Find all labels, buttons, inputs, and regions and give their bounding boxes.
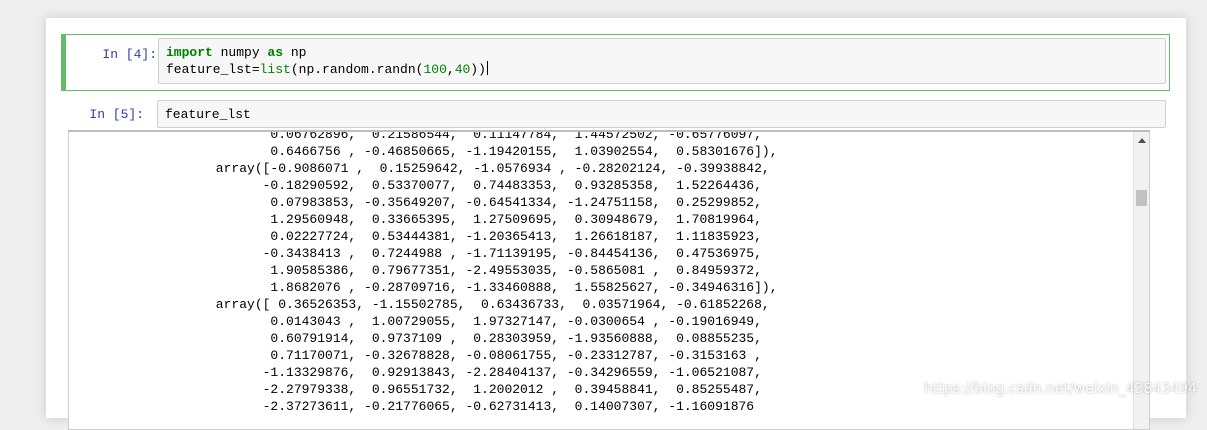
- code-line-2: feature_lst=list(np.random.randn(100,40)…: [166, 61, 488, 78]
- alias-name: np: [283, 45, 306, 60]
- code-line-1: feature_lst: [165, 106, 251, 123]
- scroll-up-arrow-icon[interactable]: [1134, 134, 1149, 146]
- cell-prompt: In [4]:: [62, 47, 157, 62]
- code-call: (np.random.randn(: [291, 62, 424, 77]
- output-line: 0.6466756 , -0.46850665, -1.19420155, 1.…: [169, 143, 778, 160]
- code-assign: feature_lst=: [166, 62, 260, 77]
- scrollbar-thumb[interactable]: [1136, 190, 1147, 206]
- keyword-import: import: [166, 45, 213, 60]
- output-line: -2.37273611, -0.21776065, -0.62731413, 0…: [169, 398, 778, 415]
- output-line: 1.8682076 , -0.28709716, -1.33460888, 1.…: [169, 279, 778, 296]
- code-cell-selected[interactable]: In [4]: import numpy as np feature_lst=l…: [61, 34, 1170, 91]
- number-40: 40: [455, 62, 471, 77]
- cell-prompt: In [5]:: [49, 107, 144, 122]
- output-line: 0.02227724, 0.53444381, -1.20365413, 1.2…: [169, 228, 778, 245]
- keyword-as: as: [267, 45, 283, 60]
- code-comma: ,: [447, 62, 455, 77]
- output-line: 0.0143043 , 1.00729055, 1.97327147, -0.0…: [169, 313, 778, 330]
- code-editor[interactable]: feature_lst: [157, 100, 1166, 128]
- text-cursor: [487, 61, 488, 75]
- code-close: )): [470, 62, 486, 77]
- number-100: 100: [423, 62, 446, 77]
- output-line: 0.71170071, -0.32678828, -0.08061755, -0…: [169, 347, 778, 364]
- notebook-container: In [4]: import numpy as np feature_lst=l…: [46, 18, 1186, 418]
- output-line: -2.27979338, 0.96551732, 1.2002012 , 0.3…: [169, 381, 778, 398]
- output-line: array([ 0.36526353, -1.15502785, 0.63436…: [169, 296, 778, 313]
- output-line: 1.90585386, 0.79677351, -2.49553035, -0.…: [169, 262, 778, 279]
- code-editor[interactable]: import numpy as np feature_lst=list(np.r…: [158, 38, 1166, 84]
- output-line: 0.07983853, -0.35649207, -0.64541334, -1…: [169, 194, 778, 211]
- output-line: 0.60791914, 0.9737109 , 0.28303959, -1.9…: [169, 330, 778, 347]
- output-line: array([-0.9086071 , 0.15259642, -1.05769…: [169, 160, 778, 177]
- output-line: 0.06762896, 0.21586544, 0.11147784, 1.44…: [169, 130, 778, 143]
- output-text: 0.06762896, 0.21586544, 0.11147784, 1.44…: [169, 130, 778, 415]
- code-line-1: import numpy as np: [166, 44, 306, 61]
- output-line: -1.13329876, 0.92913843, -2.28404137, -0…: [169, 364, 778, 381]
- watermark-text: https://blog.csdn.net/weixin_43843494: [924, 381, 1197, 397]
- output-line: 1.29560948, 0.33665395, 1.27509695, 0.30…: [169, 211, 778, 228]
- output-line: -0.3438413 , 0.7244988 , -1.71139195, -0…: [169, 245, 778, 262]
- output-line: -0.18290592, 0.53370077, 0.74483353, 0.9…: [169, 177, 778, 194]
- module-name: numpy: [213, 45, 268, 60]
- builtin-list: list: [260, 62, 291, 77]
